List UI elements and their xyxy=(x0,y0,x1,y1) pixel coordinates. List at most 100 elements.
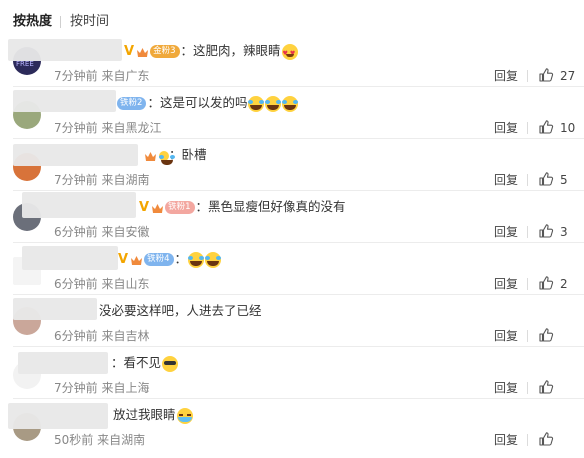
comment-location: 来自湖南 xyxy=(97,433,146,447)
heart-eyes-emoji xyxy=(281,43,298,63)
blurred-username xyxy=(13,144,138,166)
teary-emoji xyxy=(176,407,193,424)
comment-time: 7分钟前 xyxy=(54,173,98,187)
like-count: 27 xyxy=(560,69,576,83)
action-divider xyxy=(527,122,528,134)
comment-body: 放过我眼睛 xyxy=(113,406,193,424)
comment-separator: ： xyxy=(147,95,160,110)
comment-item: ：看不见 7分钟前 来自上海 回复 xyxy=(0,347,584,399)
thumbs-up-icon xyxy=(539,328,554,342)
like-count: 10 xyxy=(560,121,576,135)
comment-location: 来自广东 xyxy=(101,69,150,83)
action-divider xyxy=(527,278,528,290)
comment-body: 铁粉2 ：这是可以发的吗 xyxy=(117,94,299,112)
comment-body: 没必要这样吧，人进去了已经 xyxy=(99,302,262,320)
comment-meta: 7分钟前 来自湖南 xyxy=(54,172,149,188)
blurred-username xyxy=(13,90,116,112)
comment-text: 卧槽 xyxy=(181,147,207,162)
fan-badge-prefix: 铁粉 xyxy=(120,98,138,108)
tab-divider xyxy=(60,16,61,28)
laugh-cry-emoji xyxy=(282,95,299,112)
action-divider xyxy=(527,434,528,446)
fan-badge-prefix: 铁粉 xyxy=(147,254,165,264)
comment-meta: 7分钟前 来自黑龙江 xyxy=(54,120,161,136)
fan-badge: 金粉3 xyxy=(150,45,180,58)
comment-item: 铁粉2 ：这是可以发的吗 7分钟前 来自黑龙江 回复 10 xyxy=(0,87,584,139)
laugh-cry-emoji xyxy=(248,95,265,112)
comment-time: 7分钟前 xyxy=(54,121,98,135)
comment-text: 这是可以发的吗 xyxy=(159,95,248,110)
action-divider xyxy=(527,330,528,342)
reply-button[interactable]: 回复 xyxy=(494,68,518,84)
comment-item: FREE V金粉3：这肥肉，辣眼睛 7分钟前 来自广东 回复 27 xyxy=(0,35,584,87)
comment-meta: 6分钟前 来自吉林 xyxy=(54,328,149,344)
reply-button[interactable]: 回复 xyxy=(494,380,518,396)
tab-sort-by-time[interactable]: 按时间 xyxy=(70,14,109,30)
comment-location: 来自黑龙江 xyxy=(101,121,162,135)
fan-badge-level: 2 xyxy=(137,98,143,108)
blindfold-emoji xyxy=(162,355,179,372)
fan-badge: 铁粉2 xyxy=(117,97,147,110)
action-divider xyxy=(527,382,528,394)
comment-location: 来自上海 xyxy=(101,381,150,395)
thumbs-up-icon xyxy=(539,380,554,394)
like-count: 3 xyxy=(560,225,568,239)
laugh-cry-emoji xyxy=(265,95,282,112)
laugh-cry-emoji xyxy=(205,251,222,268)
blurred-username xyxy=(13,298,97,320)
crown-icon xyxy=(151,202,164,214)
comment-location: 来自吉林 xyxy=(101,329,150,343)
comment-separator: ： xyxy=(174,251,188,266)
reply-button[interactable]: 回复 xyxy=(494,120,518,136)
thumbs-up-icon xyxy=(539,276,554,290)
action-divider xyxy=(527,226,528,238)
reply-button[interactable]: 回复 xyxy=(494,224,518,240)
comment-time: 6分钟前 xyxy=(54,277,98,291)
comment-separator: ： xyxy=(195,199,209,214)
comment-separator: ： xyxy=(111,355,124,370)
comment-item: 放过我眼睛 50秒前 来自湖南 回复 xyxy=(0,399,584,451)
reply-button[interactable]: 回复 xyxy=(494,328,518,344)
reply-button[interactable]: 回复 xyxy=(494,432,518,448)
reply-button[interactable]: 回复 xyxy=(494,276,518,292)
blurred-username xyxy=(22,192,136,218)
reply-button[interactable]: 回复 xyxy=(494,172,518,188)
blurred-username xyxy=(8,403,108,429)
crown-icon xyxy=(130,254,143,266)
comment-time: 50秒前 xyxy=(54,433,94,447)
fan-badge-level: 1 xyxy=(185,202,191,212)
comment-location: 来自安徽 xyxy=(101,225,150,239)
fan-face-icon xyxy=(159,150,173,165)
fan-badge: 铁粉4 xyxy=(144,253,174,266)
tab-sort-by-hot[interactable]: 按热度 xyxy=(13,14,52,30)
comment-text: 看不见 xyxy=(123,355,162,370)
avatar-text: FREE xyxy=(16,60,34,68)
like-count: 5 xyxy=(560,173,568,187)
comment-body: V 铁粉1 ：黑色显瘦但好像真的没有 xyxy=(139,198,346,217)
fan-badge-level: 4 xyxy=(164,254,170,264)
thumbs-up-icon xyxy=(539,432,554,446)
comment-body: ：看不见 xyxy=(111,354,179,372)
comment-meta: 6分钟前 来自山东 xyxy=(54,276,149,292)
comment-body: ：卧槽 xyxy=(144,146,207,165)
comment-meta: 7分钟前 来自广东 xyxy=(54,68,149,84)
like-count: 2 xyxy=(560,277,568,291)
fan-badge-prefix: 金粉 xyxy=(153,46,171,56)
thumbs-up-icon xyxy=(539,120,554,134)
fan-badge-prefix: 铁粉 xyxy=(168,202,186,212)
comment-time: 7分钟前 xyxy=(54,69,98,83)
comment-text: 黑色显瘦但好像真的没有 xyxy=(208,199,346,214)
thumbs-up-icon xyxy=(539,172,554,186)
comment-time: 6分钟前 xyxy=(54,225,98,239)
vip-v-icon: V xyxy=(124,44,135,59)
action-divider xyxy=(527,174,528,186)
comment-item: 没必要这样吧，人进去了已经 6分钟前 来自吉林 回复 xyxy=(0,295,584,347)
comment-separator: ： xyxy=(180,43,194,58)
vip-v-icon: V xyxy=(139,200,150,215)
comment-item: ：卧槽 7分钟前 来自湖南 回复 5 xyxy=(0,139,584,191)
action-divider xyxy=(527,70,528,82)
comment-text: 放过我眼睛 xyxy=(113,407,176,422)
comment-meta: 7分钟前 来自上海 xyxy=(54,380,149,396)
comment-meta: 6分钟前 来自安徽 xyxy=(54,224,149,240)
crown-icon xyxy=(144,150,157,162)
